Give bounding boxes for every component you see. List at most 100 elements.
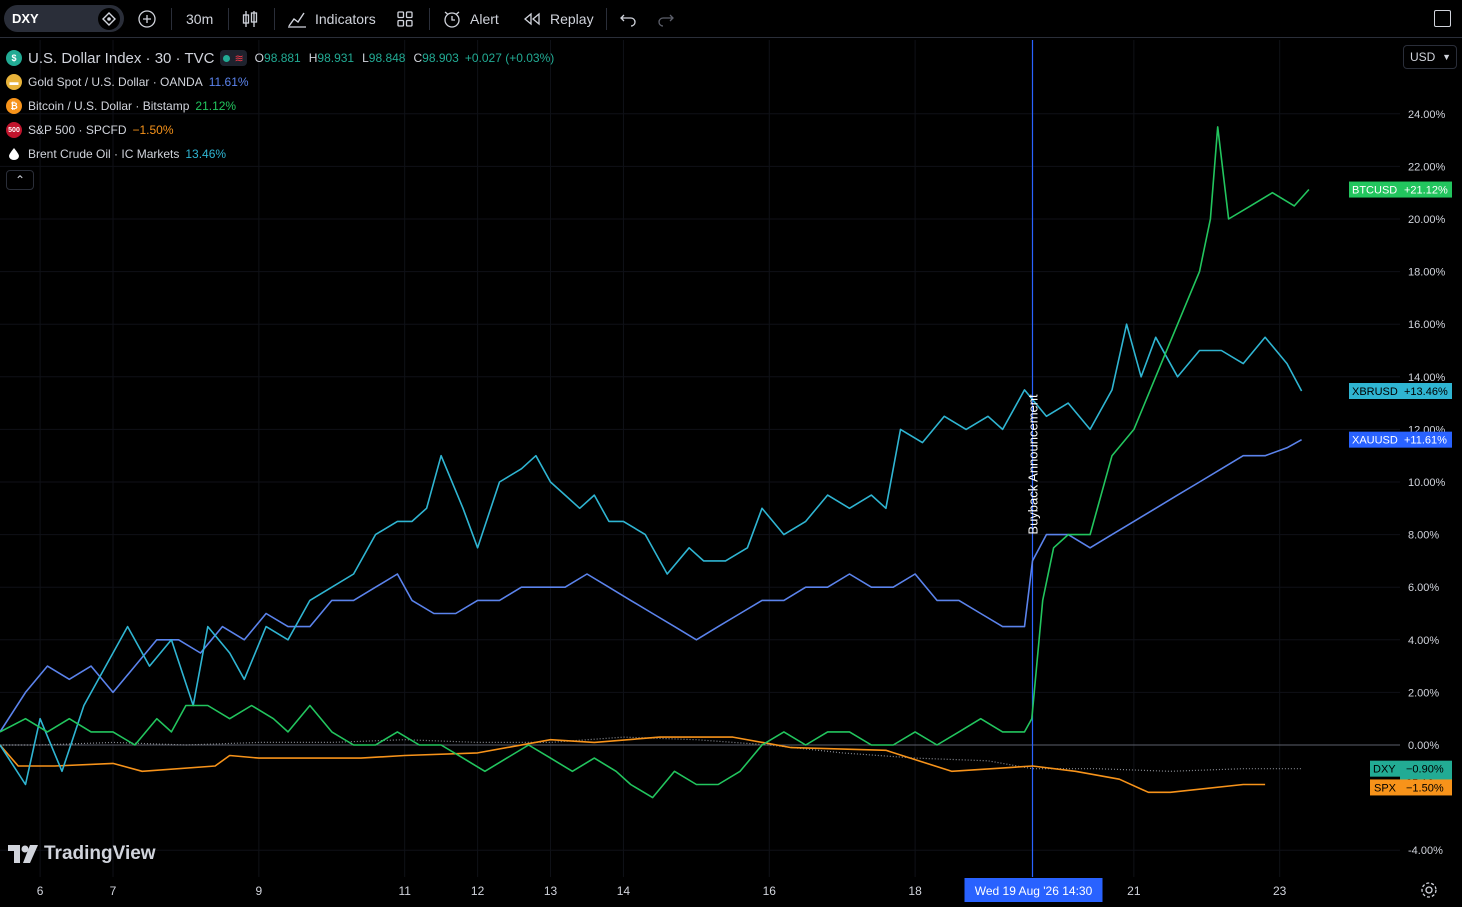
toolbar-divider: [274, 8, 275, 30]
rewind-icon: [523, 12, 540, 26]
low-value: 98.848: [368, 51, 406, 65]
series-symbol-label: XBRUSD: [1352, 386, 1398, 398]
legend-series-value: 21.12%: [195, 99, 237, 113]
interval-button[interactable]: 30m: [186, 6, 213, 32]
y-tick-label: 24.00%: [1408, 109, 1446, 121]
close-value: 98.903: [422, 51, 459, 65]
symbol-search[interactable]: DXY: [4, 5, 124, 32]
legend-row-bitcoin[interactable]: ₿ Bitcoin / U.S. Dollar · Bitstamp 21.12…: [6, 94, 560, 118]
y-tick-label: 6.00%: [1408, 582, 1439, 594]
layouts-button[interactable]: [396, 6, 414, 32]
toolbar-divider: [171, 8, 172, 30]
legend-row-sp500[interactable]: 500 S&P 500 · SPCFD −1.50%: [6, 118, 560, 142]
series-line-dxy: [0, 736, 1302, 772]
dollar-icon: $: [6, 50, 22, 66]
x-tick-label: 12: [471, 884, 485, 898]
series-line-xauusd: [0, 439, 1302, 733]
fullscreen-icon[interactable]: [1434, 10, 1451, 27]
crosshair-time-label: Wed 19 Aug '26 14:30: [975, 884, 1093, 898]
brand-label: TradingView: [44, 843, 156, 864]
candlestick-icon: [242, 11, 258, 27]
y-tick-label: -4.00%: [1408, 845, 1443, 857]
x-tick-label: 11: [398, 884, 411, 898]
y-tick-label: 22.00%: [1408, 161, 1446, 173]
alert-button[interactable]: Alert: [442, 6, 499, 32]
toolbar-divider: [429, 8, 430, 30]
status-badge[interactable]: ≋: [220, 50, 247, 66]
price-scale[interactable]: 24.00%22.00%20.00%18.00%16.00%14.00%12.0…: [1400, 40, 1462, 877]
series-symbol-label: BTCUSD: [1352, 185, 1397, 197]
legend-series-value: −1.50%: [132, 123, 174, 137]
series-symbol-label: XAUUSD: [1352, 435, 1398, 447]
series-value-label: +21.12%: [1404, 185, 1448, 197]
legend-row-gold[interactable]: ▬ Gold Spot / U.S. Dollar · OANDA 11.61%: [6, 70, 560, 94]
x-tick-label: 14: [617, 884, 631, 898]
y-tick-label: 14.00%: [1408, 372, 1446, 384]
toolbar-divider: [228, 8, 229, 30]
redo-button[interactable]: [657, 6, 675, 32]
compare-icon[interactable]: [98, 8, 120, 30]
series-value-label: −0.90%: [1406, 764, 1444, 776]
settings-gear-icon[interactable]: [1420, 881, 1440, 901]
replay-button[interactable]: Replay: [522, 6, 594, 32]
change-value: +0.027 (+0.03%): [464, 51, 555, 65]
y-tick-label: 20.00%: [1408, 214, 1446, 226]
low-label: L: [362, 51, 369, 65]
x-tick-label: 21: [1127, 884, 1141, 898]
indicators-button[interactable]: Indicators: [287, 6, 376, 32]
open-label: O: [254, 51, 265, 65]
tradingview-mark-icon: [8, 845, 38, 863]
chevron-down-icon: ▼: [1442, 52, 1451, 62]
alert-label: Alert: [470, 11, 499, 27]
high-label: H: [308, 51, 318, 65]
high-value: 98.931: [317, 51, 355, 65]
symbol-label: DXY: [12, 11, 39, 26]
series-symbol-label: DXY: [1373, 764, 1396, 776]
gold-icon: ▬: [6, 74, 22, 90]
indicators-label: Indicators: [315, 11, 376, 27]
sp500-icon: 500: [6, 122, 22, 138]
wave-icon: ≋: [234, 52, 244, 65]
open-value: 98.881: [264, 51, 301, 65]
plus-circle-icon: [138, 10, 156, 28]
x-tick-label: 9: [256, 884, 263, 898]
grid-icon: [397, 11, 413, 27]
undo-button[interactable]: [619, 6, 637, 32]
legend-series-title: S&P 500 · SPCFD: [28, 123, 127, 137]
top-toolbar: DXY 30m Indicators Alert Replay: [0, 0, 1462, 38]
series-end-label-xauusd: XAUUSD: [1349, 431, 1400, 448]
time-scale[interactable]: 6 7 9 11 12 13 14 16 18 21 23 Wed 19 Aug '26 14:30: [0, 877, 1462, 907]
interval-label: 30m: [186, 11, 214, 27]
y-tick-label: 18.00%: [1408, 267, 1446, 279]
legend-series-value: 13.46%: [185, 147, 227, 161]
undo-icon: [620, 14, 636, 27]
series-value-label: +11.61%: [1404, 435, 1447, 447]
y-tick-label: 16.00%: [1408, 319, 1446, 331]
series-symbol-label: SPX: [1374, 782, 1397, 794]
oil-drop-icon: [6, 146, 22, 162]
x-tick-label: 23: [1273, 884, 1287, 898]
legend-main-title: U.S. Dollar Index · 30 · TVC: [28, 49, 215, 67]
series-end-label-xbrusd: XBRUSD: [1349, 383, 1400, 400]
x-tick-label: 13: [544, 884, 558, 898]
y-tick-label: 8.00%: [1408, 530, 1439, 542]
chevron-up-icon: ⌃: [14, 173, 26, 187]
bitcoin-icon: ₿: [6, 98, 22, 114]
add-symbol-button[interactable]: [137, 6, 157, 32]
collapse-legend-button[interactable]: ⌃: [6, 170, 34, 190]
x-tick-label: 18: [908, 884, 922, 898]
tradingview-logo[interactable]: TradingView: [8, 843, 156, 865]
currency-label: USD: [1410, 50, 1436, 64]
market-open-icon: [223, 54, 231, 62]
currency-select[interactable]: USD ▼: [1403, 45, 1457, 69]
series-end-label-btcusd: BTCUSD: [1349, 181, 1400, 198]
close-label: C: [413, 51, 423, 65]
chart-type-button[interactable]: [241, 6, 259, 32]
alarm-clock-icon: [444, 11, 460, 28]
legend-row-oil[interactable]: Brent Crude Oil · IC Markets 13.46%: [6, 142, 560, 166]
y-tick-label: 0.00%: [1408, 740, 1439, 752]
legend-main-row[interactable]: $ U.S. Dollar Index · 30 · TVC ≋ O 98.881…: [6, 46, 560, 70]
buyback-annotation: Buyback Announcement: [1026, 394, 1041, 535]
series-line-btcusd: [0, 126, 1310, 799]
legend-series-title: Gold Spot / U.S. Dollar · OANDA: [28, 75, 203, 89]
